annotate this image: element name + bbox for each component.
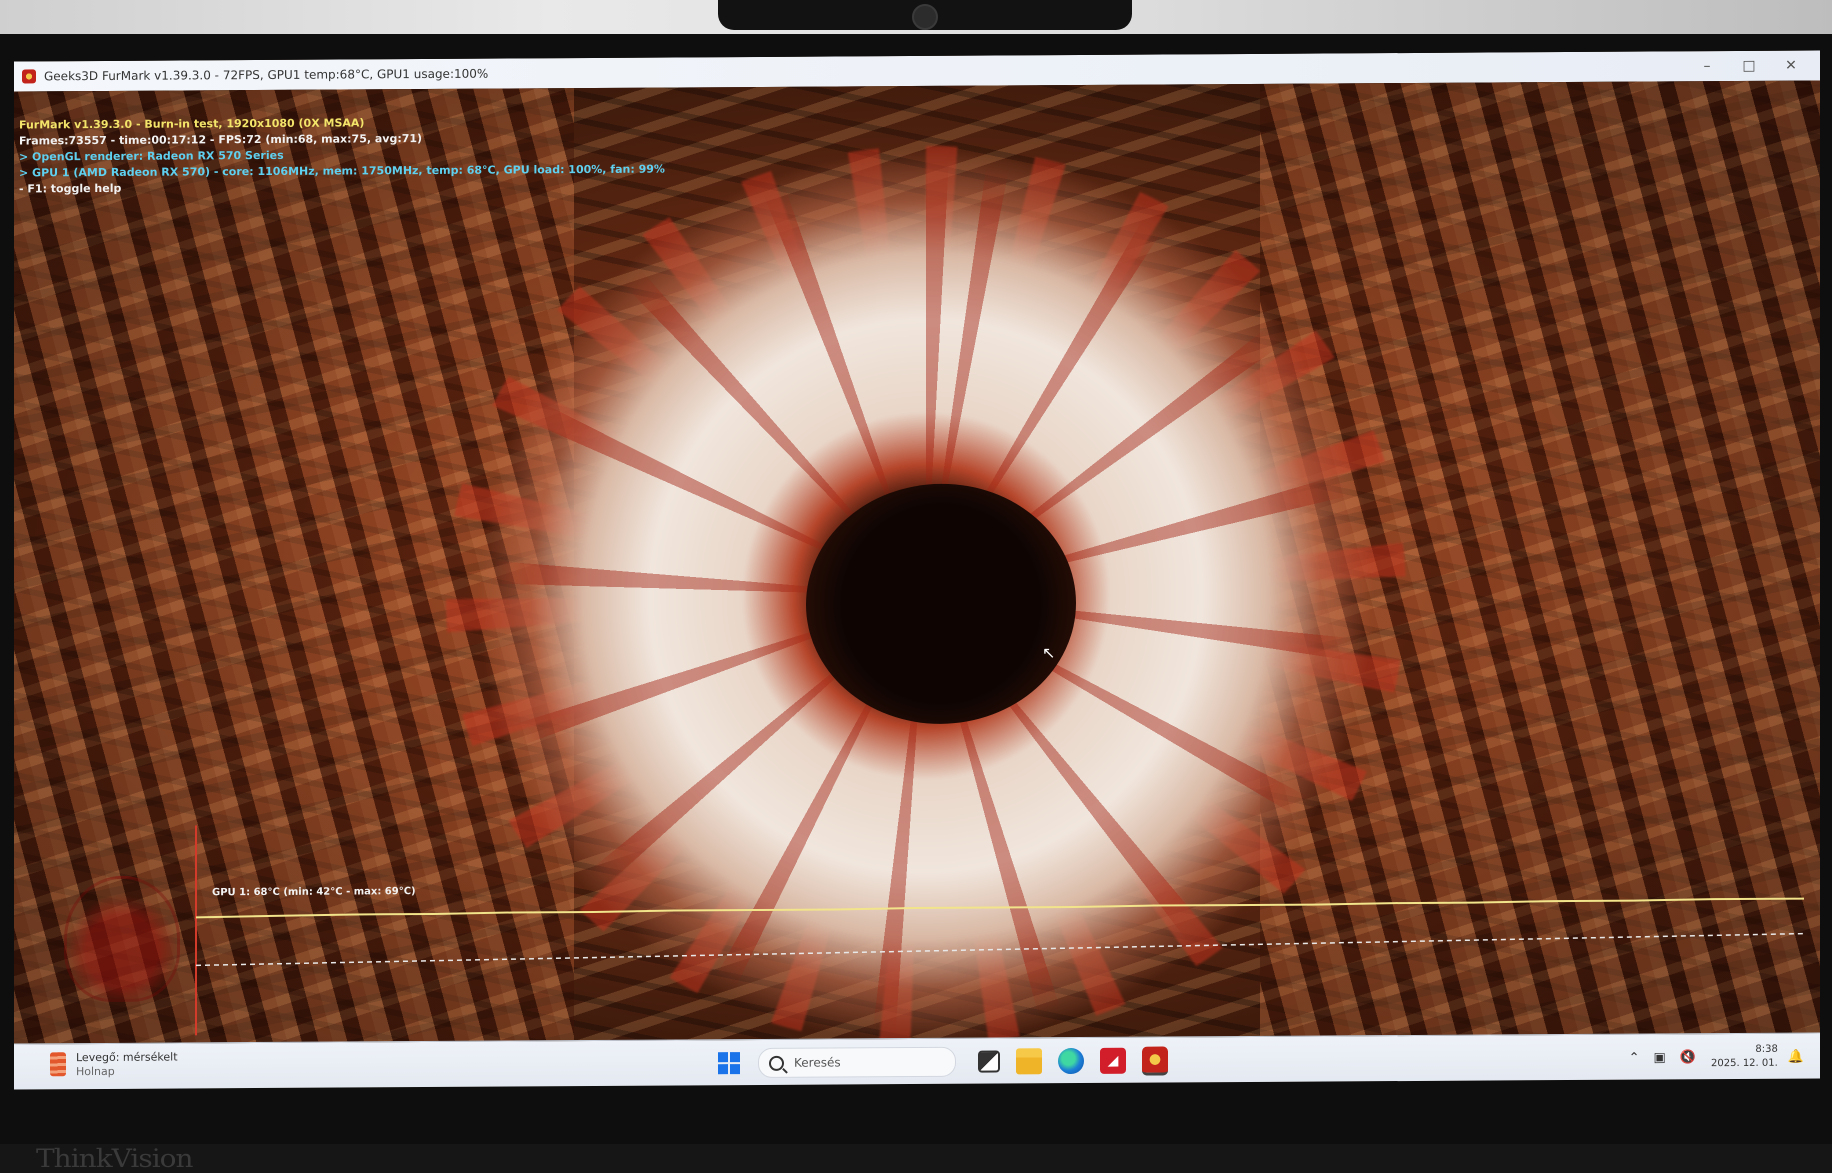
maximize-button[interactable]: □ bbox=[1728, 51, 1770, 81]
donut-center bbox=[806, 483, 1076, 725]
webcam bbox=[718, 0, 1132, 30]
webcam-lens bbox=[912, 4, 938, 30]
minimize-button[interactable]: – bbox=[1686, 51, 1728, 81]
search-icon bbox=[769, 1055, 784, 1071]
taskbar-center: Keresés ◢ bbox=[718, 1043, 1176, 1080]
furmark-taskbar-icon[interactable] bbox=[1142, 1045, 1168, 1076]
weather-widget[interactable]: Levegő: mérsékelt Holnap bbox=[50, 1050, 178, 1079]
notification-bell-icon[interactable]: 🔔 bbox=[1788, 1049, 1804, 1064]
temperature-graph: GPU 1: 68°C (min: 42°C - max: 69°C) bbox=[14, 815, 1820, 1036]
minimize-icon: – bbox=[1703, 58, 1711, 75]
screen: Geeks3D FurMark v1.39.3.0 - 72FPS, GPU1 … bbox=[14, 50, 1820, 1090]
search-placeholder: Keresés bbox=[794, 1055, 841, 1070]
weather-sub: Holnap bbox=[76, 1064, 115, 1079]
temperature-graph-svg bbox=[195, 825, 1805, 1036]
tray-overflow-chevron-icon[interactable]: ⌃ bbox=[1629, 1050, 1640, 1065]
taskbar-search[interactable]: Keresés bbox=[758, 1046, 956, 1078]
osd-overlay: FurMark v1.39.3.0 - Burn-in test, 1920x1… bbox=[19, 114, 665, 198]
clock[interactable]: 8:38 2025. 12. 01. bbox=[1711, 1043, 1778, 1071]
window-title: Geeks3D FurMark v1.39.3.0 - 72FPS, GPU1 … bbox=[44, 66, 489, 84]
file-explorer-icon[interactable] bbox=[1016, 1048, 1042, 1075]
task-view-icon[interactable] bbox=[978, 1050, 1000, 1073]
windows-logo-icon bbox=[730, 1064, 740, 1075]
edge-browser-icon[interactable] bbox=[1058, 1047, 1084, 1075]
volume-muted-icon[interactable]: 🔇 bbox=[1680, 1050, 1696, 1065]
system-tray: ⌃ ▣ 🔇 8:38 2025. 12. 01. 🔔 bbox=[1622, 1038, 1804, 1077]
mouse-cursor-icon: ↖ bbox=[1042, 643, 1056, 663]
start-button[interactable] bbox=[718, 1052, 740, 1075]
maximize-icon: □ bbox=[1742, 57, 1756, 74]
network-icon[interactable]: ▣ bbox=[1654, 1050, 1666, 1065]
furmark-app-icon bbox=[22, 69, 36, 84]
weather-label: Levegő: mérsékelt bbox=[76, 1050, 178, 1065]
window-controls: – □ ✕ bbox=[1686, 51, 1812, 82]
monitor-brand: ThinkVision bbox=[36, 1143, 194, 1173]
windows-logo-icon bbox=[718, 1052, 728, 1063]
clock-date: 2025. 12. 01. bbox=[1711, 1057, 1778, 1070]
close-button[interactable]: ✕ bbox=[1770, 51, 1812, 81]
clock-time: 8:38 bbox=[1755, 1043, 1778, 1055]
air-quality-icon bbox=[50, 1052, 66, 1077]
temperature-line bbox=[195, 897, 1804, 919]
windows-logo-icon bbox=[730, 1052, 740, 1063]
close-icon: ✕ bbox=[1785, 57, 1797, 74]
amd-software-icon[interactable]: ◢ bbox=[1100, 1047, 1126, 1074]
render-viewport[interactable]: FurMark v1.39.3.0 - Burn-in test, 1920x1… bbox=[14, 80, 1820, 1044]
graph-label: GPU 1: 68°C (min: 42°C - max: 69°C) bbox=[212, 886, 416, 899]
windows-logo-icon bbox=[718, 1064, 728, 1075]
graph-baseline bbox=[195, 932, 1805, 967]
